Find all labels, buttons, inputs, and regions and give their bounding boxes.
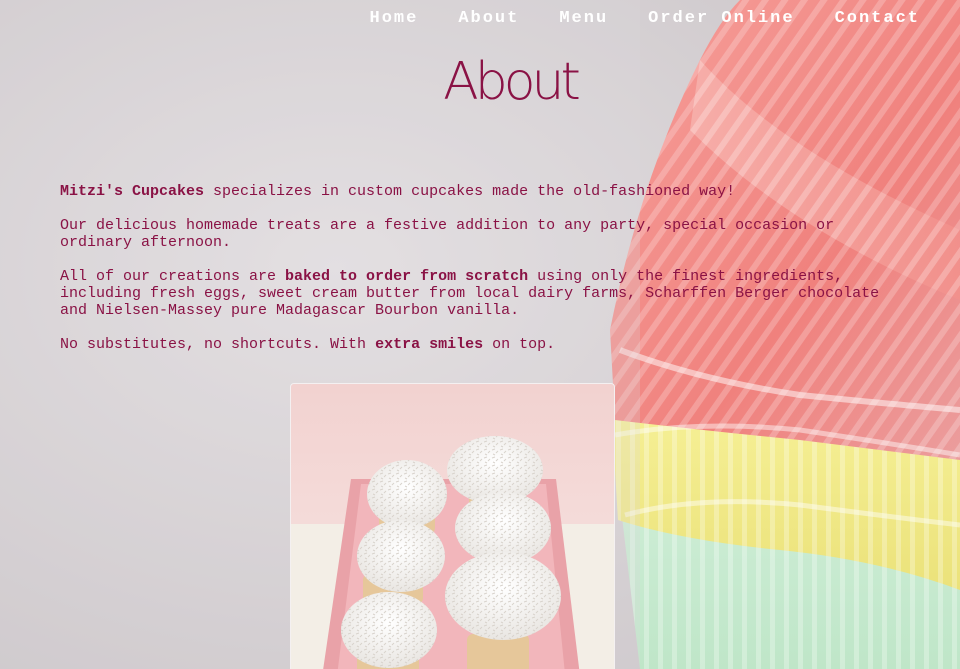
no-shortcuts-text-start: No substitutes, no shortcuts. With bbox=[60, 336, 376, 353]
nav-link-order-online[interactable]: Order Online bbox=[648, 8, 794, 30]
about-content: Mitzi's Cupcakes specializes in custom c… bbox=[60, 183, 900, 370]
nav-link-about[interactable]: About bbox=[458, 8, 519, 30]
no-shortcuts-paragraph: No substitutes, no shortcuts. With extra… bbox=[60, 336, 900, 353]
ingredients-paragraph: All of our creations are baked to order … bbox=[60, 268, 900, 319]
intro-paragraph: Mitzi's Cupcakes specializes in custom c… bbox=[60, 183, 900, 200]
cupcakes-image bbox=[291, 384, 614, 669]
intro-text: specializes in custom cupcakes made the … bbox=[204, 183, 736, 200]
page-title: About bbox=[443, 52, 581, 112]
coconut-cupcakes-photo bbox=[290, 383, 615, 669]
baked-to-order-highlight: baked to order from scratch bbox=[285, 268, 529, 285]
main-navigation: Home About Menu Order Online Contact bbox=[330, 8, 920, 30]
ingredients-text-start: All of our creations are bbox=[60, 268, 286, 285]
nav-link-menu[interactable]: Menu bbox=[559, 8, 608, 30]
treats-paragraph: Our delicious homemade treats are a fest… bbox=[60, 217, 835, 251]
extra-smiles-highlight: extra smiles bbox=[375, 336, 484, 353]
nav-link-contact[interactable]: Contact bbox=[835, 8, 920, 30]
brand-name: Mitzi's Cupcakes bbox=[60, 183, 205, 200]
nav-link-home[interactable]: Home bbox=[370, 8, 419, 30]
no-shortcuts-text-end: on top. bbox=[483, 336, 556, 353]
